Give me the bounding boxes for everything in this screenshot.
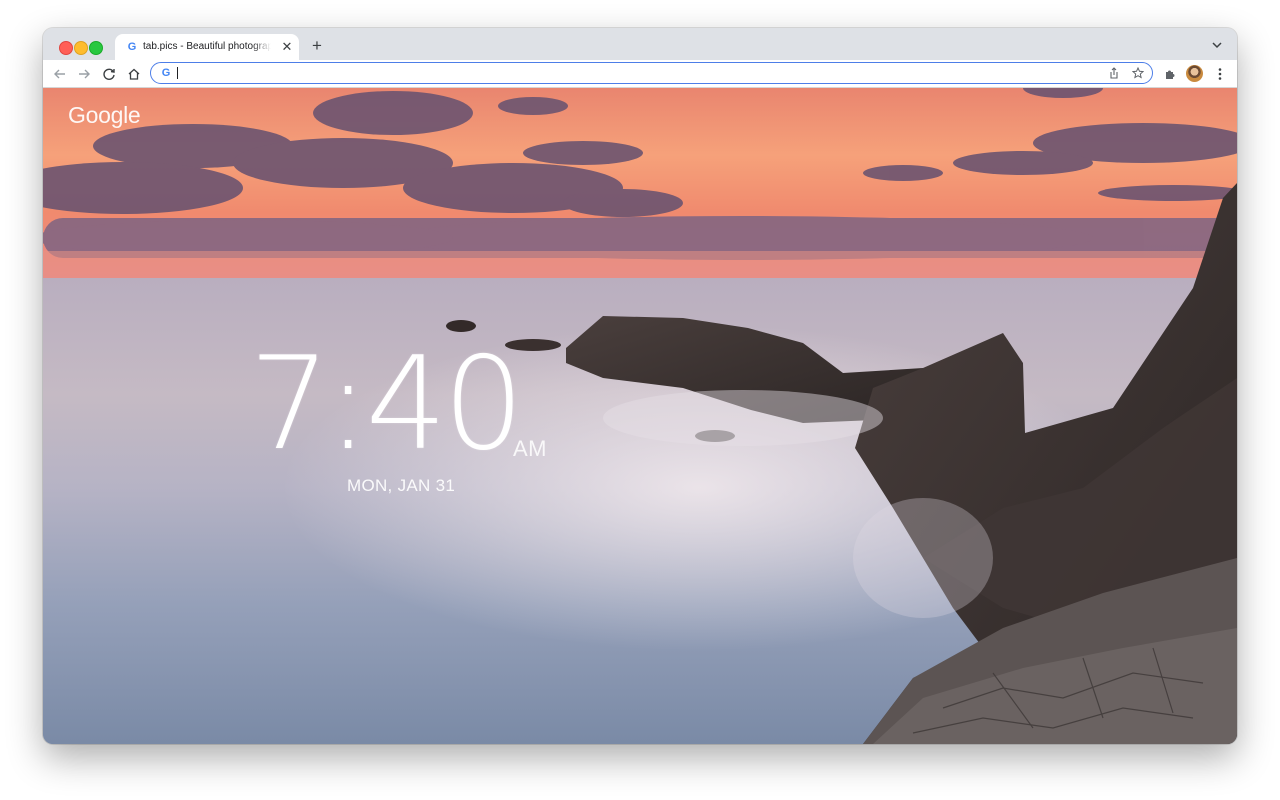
google-logo[interactable]: Google — [68, 102, 141, 129]
bookmark-star-icon[interactable] — [1130, 65, 1146, 81]
address-input[interactable] — [176, 65, 1076, 81]
tab-search-chevron-down-icon[interactable] — [1209, 37, 1225, 53]
new-tab-page: Google 7:40 AM MON, JAN 31 — [43, 88, 1237, 744]
tab-active[interactable]: G tab.pics - Beautiful photographs ✕ — [115, 34, 299, 60]
forward-button[interactable] — [73, 63, 95, 85]
arrow-right-icon — [79, 69, 90, 79]
arrow-left-icon — [54, 69, 65, 79]
google-g-icon: G — [161, 67, 171, 79]
profile-avatar[interactable] — [1186, 65, 1203, 82]
menu-button[interactable] — [1209, 63, 1231, 85]
puzzle-icon — [1165, 70, 1174, 79]
toolbar: G — [43, 60, 1237, 88]
extensions-button[interactable] — [1159, 63, 1181, 85]
share-icon[interactable] — [1106, 65, 1122, 81]
minimize-window-button[interactable] — [74, 41, 88, 55]
reload-icon — [103, 68, 115, 80]
google-g-icon: G — [127, 41, 137, 53]
clock-ampm: AM — [513, 436, 547, 461]
tab-strip: G tab.pics - Beautiful photographs ✕ + — [43, 28, 1237, 60]
seascape-background-image — [43, 88, 1237, 744]
reload-button[interactable] — [98, 63, 120, 85]
close-window-button[interactable] — [59, 41, 73, 55]
new-tab-button[interactable]: + — [307, 36, 327, 56]
home-icon — [128, 68, 140, 80]
kebab-menu-icon — [1218, 68, 1222, 80]
tab-title: tab.pics - Beautiful photographs — [143, 41, 271, 52]
maximize-window-button[interactable] — [89, 41, 103, 55]
back-button[interactable] — [49, 63, 71, 85]
text-caret — [177, 67, 178, 79]
address-bar[interactable]: G — [150, 62, 1153, 84]
home-button[interactable] — [123, 63, 145, 85]
clock-date: MON, JAN 31 — [347, 476, 456, 495]
close-tab-icon[interactable]: ✕ — [279, 39, 295, 55]
clock-time-text: 7:40 — [249, 330, 524, 479]
browser-window: G tab.pics - Beautiful photographs ✕ + G — [43, 28, 1237, 744]
